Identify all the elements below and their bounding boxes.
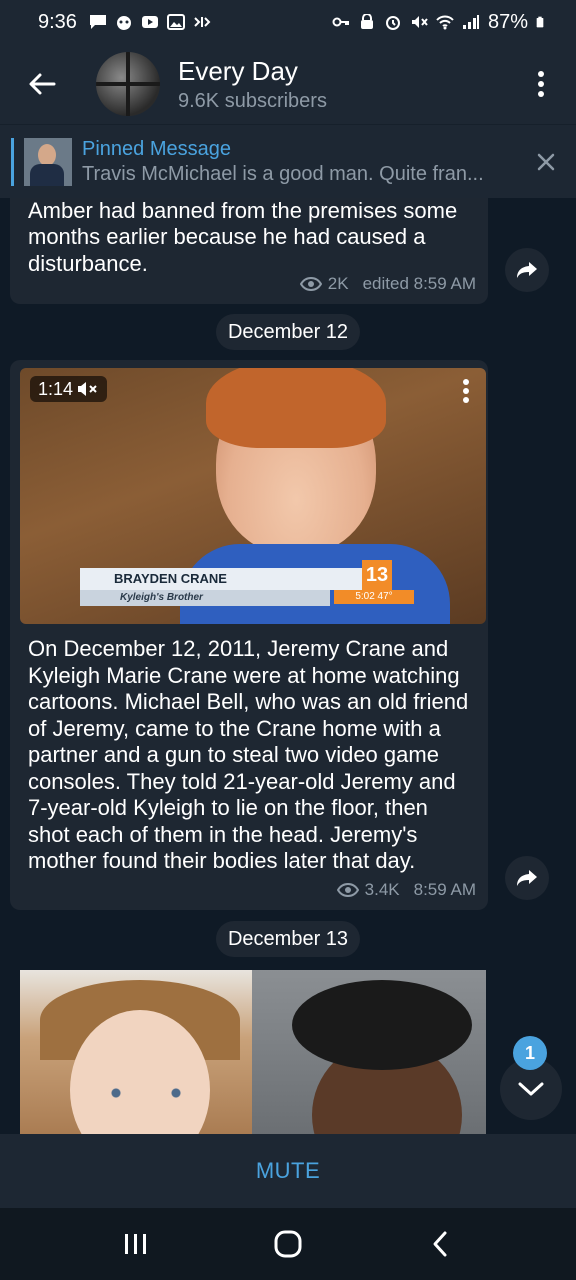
message-meta: 3.4K 8:59 AM bbox=[336, 880, 476, 900]
video-subject-hair bbox=[206, 368, 386, 448]
pinned-text: Pinned Message Travis McMichael is a goo… bbox=[82, 137, 512, 187]
message-bubble[interactable]: handgun shots by Ronald Seay, whom Amber… bbox=[10, 198, 488, 304]
video-menu-button[interactable] bbox=[454, 376, 478, 406]
photo-left[interactable] bbox=[20, 970, 252, 1134]
wifi-icon bbox=[436, 15, 454, 30]
video-duration: 1:14 bbox=[38, 379, 74, 399]
mute-icon bbox=[411, 16, 428, 28]
pinned-label: Pinned Message bbox=[82, 137, 231, 160]
station-time: 5:02 47° bbox=[334, 590, 414, 604]
close-pinned-button[interactable] bbox=[516, 125, 576, 199]
battery-percent: 87% bbox=[487, 10, 528, 33]
video-player[interactable]: BRAYDEN CRANE Kyleigh's Brother 13 5:02 … bbox=[20, 368, 486, 624]
key-icon bbox=[332, 17, 349, 27]
system-icons: 87% bbox=[332, 11, 548, 34]
alarm-icon bbox=[385, 16, 400, 30]
status-time: 9:36 bbox=[38, 10, 77, 33]
lock-icon bbox=[360, 14, 373, 29]
activity-icon bbox=[194, 17, 211, 27]
channel-info[interactable]: Every Day 9.6K subscribers bbox=[178, 56, 327, 113]
more-vertical-icon bbox=[463, 379, 469, 403]
arrow-left-icon bbox=[29, 73, 56, 95]
recents-icon bbox=[125, 1234, 146, 1254]
notification-icons bbox=[89, 14, 211, 30]
eye-icon bbox=[336, 883, 359, 897]
lower-third-name: BRAYDEN CRANE bbox=[80, 568, 390, 590]
photo-right[interactable] bbox=[252, 970, 486, 1134]
bottom-action-bar: MUTE bbox=[0, 1134, 576, 1208]
close-icon bbox=[537, 153, 555, 170]
message-meta: 2K edited 8:59 AM bbox=[299, 274, 476, 294]
forward-icon bbox=[517, 262, 537, 278]
channel-title: Every Day bbox=[178, 55, 298, 86]
station-logo: 13 bbox=[362, 560, 392, 590]
home-icon bbox=[274, 1230, 302, 1258]
channel-header: Every Day 9.6K subscribers bbox=[0, 44, 576, 124]
news-lower-third: BRAYDEN CRANE Kyleigh's Brother 13 5:02 … bbox=[80, 560, 420, 608]
message-text: On December 12, 2011, Jeremy Crane and K… bbox=[28, 636, 469, 873]
photo-eyes bbox=[106, 1088, 186, 1098]
forward-icon bbox=[517, 870, 537, 886]
battery-icon bbox=[536, 16, 544, 28]
photo-hair bbox=[292, 980, 472, 1070]
app-notification-icon bbox=[116, 16, 131, 30]
back-button[interactable] bbox=[0, 44, 84, 124]
message-time: 8:59 AM bbox=[413, 880, 476, 899]
subscriber-count: 9.6K subscribers bbox=[178, 89, 327, 112]
youtube-icon bbox=[141, 16, 158, 28]
pinned-message-bar[interactable]: Pinned Message Travis McMichael is a goo… bbox=[0, 124, 576, 198]
pinned-preview: Travis McMichael is a good man. Quite fr… bbox=[82, 162, 484, 185]
message-list[interactable]: handgun shots by Ronald Seay, whom Amber… bbox=[0, 198, 576, 1134]
view-count: 2K bbox=[327, 274, 349, 293]
signal-icon bbox=[462, 15, 479, 29]
mute-button[interactable]: MUTE bbox=[256, 1158, 320, 1184]
pinned-indicator bbox=[11, 137, 14, 186]
system-back-button[interactable] bbox=[410, 1214, 470, 1274]
system-nav-bar bbox=[0, 1208, 576, 1280]
pinned-thumbnail bbox=[24, 137, 72, 186]
date-separator: December 12 bbox=[215, 314, 361, 350]
unread-count-badge: 1 bbox=[513, 1036, 547, 1070]
chevron-down-icon bbox=[518, 1082, 544, 1096]
message-text: handgun shots by Ronald Seay, whom Amber… bbox=[28, 198, 458, 276]
date-separator: December 13 bbox=[215, 921, 361, 957]
gallery-icon bbox=[166, 14, 185, 30]
volume-muted-icon bbox=[78, 382, 97, 396]
overflow-menu-button[interactable] bbox=[506, 44, 576, 124]
chevron-left-icon bbox=[433, 1231, 447, 1257]
chat-notification-icon bbox=[89, 15, 106, 29]
eye-icon bbox=[299, 277, 322, 291]
message-time: edited 8:59 AM bbox=[362, 274, 476, 293]
channel-avatar[interactable] bbox=[96, 52, 160, 116]
share-button[interactable] bbox=[505, 248, 549, 292]
home-button[interactable] bbox=[258, 1214, 318, 1274]
view-count: 3.4K bbox=[364, 880, 400, 899]
lower-third-subtitle: Kyleigh's Brother bbox=[80, 590, 330, 606]
recent-apps-button[interactable] bbox=[106, 1214, 166, 1274]
video-duration-chip[interactable]: 1:14 bbox=[30, 376, 108, 402]
more-vertical-icon bbox=[538, 71, 544, 97]
share-button[interactable] bbox=[505, 856, 549, 900]
status-bar: 9:36 87% bbox=[0, 0, 576, 44]
